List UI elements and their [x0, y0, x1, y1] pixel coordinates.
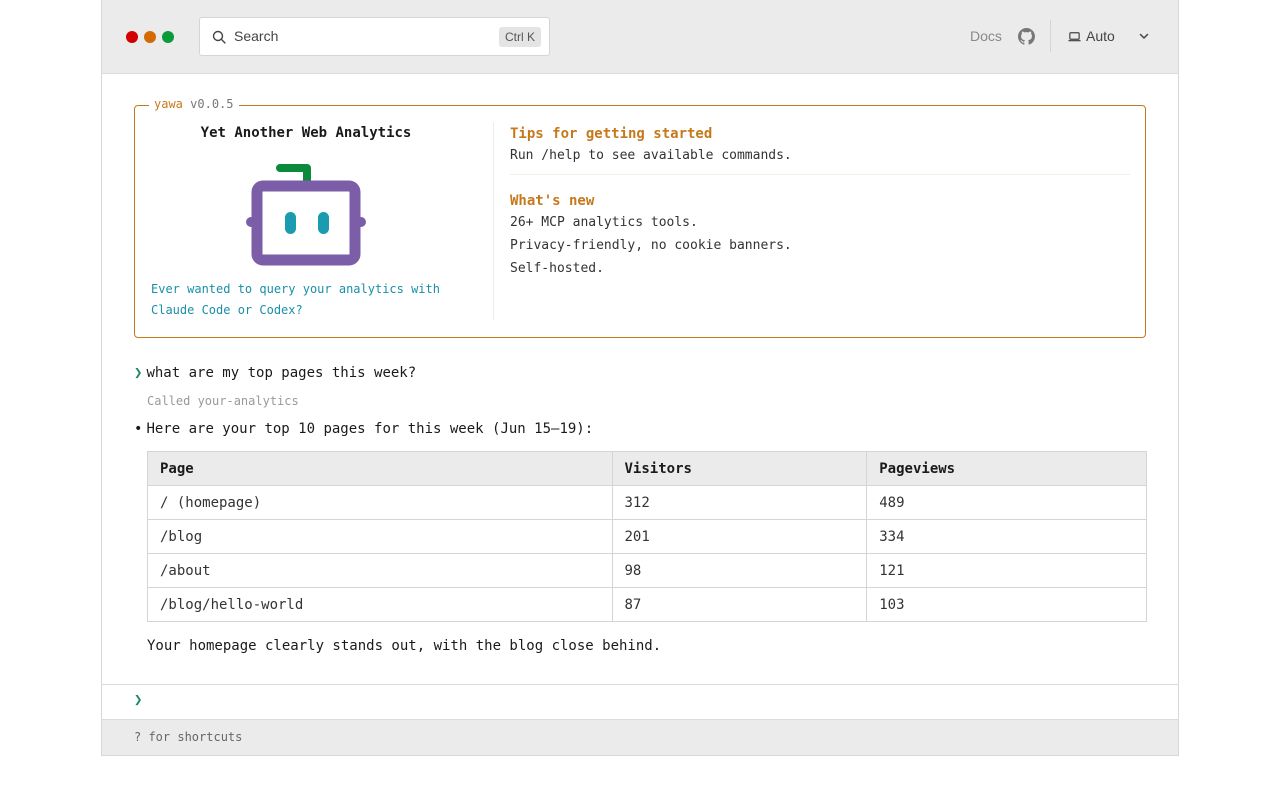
- input-caret-icon: ❯: [134, 692, 143, 708]
- cell-page: /blog/hello-world: [147, 587, 613, 622]
- laptop-icon: [1068, 31, 1081, 41]
- search-placeholder: Search: [234, 28, 279, 44]
- cell-visitors: 201: [611, 519, 868, 554]
- close-window-button[interactable]: [126, 31, 138, 43]
- welcome-title: Yet Another Web Analytics: [200, 125, 412, 141]
- app-version-legend: yawa v0.0.5: [149, 97, 239, 111]
- prompt-caret-icon: ❯: [134, 365, 143, 381]
- user-prompt: ❯ what are my top pages this week?: [134, 365, 416, 381]
- tips-heading: Tips for getting started: [510, 126, 713, 142]
- tips-line: Run /help to see available commands.: [510, 148, 792, 163]
- tips-divider: [510, 174, 1130, 175]
- theme-label: Auto: [1086, 28, 1115, 44]
- docs-link[interactable]: Docs: [970, 28, 1002, 44]
- minimize-window-button[interactable]: [144, 31, 156, 43]
- table-row: /blog 201 334: [147, 519, 1147, 554]
- assistant-summary: Your homepage clearly stands out, with t…: [147, 638, 662, 654]
- table-row: /about 98 121: [147, 553, 1147, 588]
- cell-visitors: 87: [611, 587, 868, 622]
- status-footer: ? for shortcuts: [102, 719, 1178, 755]
- tool-call-status: Called your-analytics: [147, 394, 299, 408]
- cell-visitors: 98: [611, 553, 868, 588]
- window-controls: [126, 31, 174, 43]
- cell-visitors: 312: [611, 485, 868, 520]
- welcome-divider: [493, 122, 494, 320]
- search-box[interactable]: Search Ctrl K: [199, 17, 550, 56]
- app-window: Search Ctrl K Docs Auto yawa v0.0.5 Yet …: [101, 0, 1179, 756]
- shortcuts-hint: ? for shortcuts: [134, 730, 243, 744]
- news-line: Self-hosted.: [510, 261, 604, 276]
- tips-section: Tips for getting started Run /help to se…: [510, 125, 1130, 283]
- user-prompt-text: what are my top pages this week?: [146, 365, 417, 381]
- cell-pageviews: 103: [866, 587, 1147, 622]
- assistant-answer: • Here are your top 10 pages for this wee…: [134, 421, 593, 437]
- github-icon[interactable]: [1018, 28, 1035, 45]
- cell-page: /blog: [147, 519, 613, 554]
- cell-page: / (homepage): [147, 485, 613, 520]
- cell-pageviews: 489: [866, 485, 1147, 520]
- news-line: Privacy-friendly, no cookie banners.: [510, 238, 792, 253]
- maximize-window-button[interactable]: [162, 31, 174, 43]
- title-bar: Search Ctrl K Docs Auto: [102, 0, 1178, 74]
- column-header-page: Page: [147, 451, 613, 486]
- news-line: 26+ MCP analytics tools.: [510, 215, 698, 230]
- welcome-tagline: Ever wanted to query your analytics with…: [151, 282, 440, 317]
- bullet-icon: •: [134, 421, 143, 437]
- prompt-input[interactable]: ❯: [134, 692, 146, 708]
- cell-pageviews: 121: [866, 553, 1147, 588]
- table-header-row: Page Visitors Pageviews: [147, 451, 1147, 486]
- column-header-pageviews: Pageviews: [866, 451, 1147, 486]
- robot-logo-icon: [246, 164, 366, 266]
- table-row: / (homepage) 312 489: [147, 485, 1147, 520]
- search-icon: [212, 30, 226, 44]
- assistant-answer-text: Here are your top 10 pages for this week…: [146, 421, 594, 437]
- theme-selector[interactable]: Auto: [1068, 28, 1115, 44]
- table-row: /blog/hello-world 87 103: [147, 587, 1147, 622]
- welcome-panel: yawa v0.0.5 Yet Another Web Analytics Ev…: [134, 97, 1146, 338]
- top-pages-table: Page Visitors Pageviews / (homepage) 312…: [147, 451, 1147, 622]
- cell-page: /about: [147, 553, 613, 588]
- chevron-down-icon[interactable]: [1138, 30, 1150, 42]
- input-divider: [102, 684, 1178, 685]
- app-version: v0.0.5: [190, 97, 234, 111]
- cell-pageviews: 334: [866, 519, 1147, 554]
- column-header-visitors: Visitors: [611, 451, 868, 486]
- app-name: yawa: [154, 97, 183, 111]
- search-shortcut-badge: Ctrl K: [499, 27, 541, 47]
- news-heading: What's new: [510, 193, 595, 209]
- toolbar-divider: [1050, 20, 1051, 52]
